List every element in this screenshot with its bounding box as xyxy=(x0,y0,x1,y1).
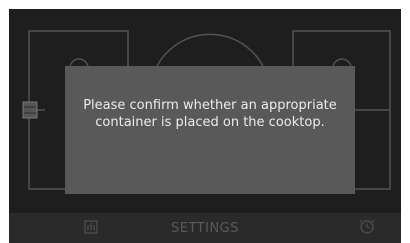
cooktop-screen: SETTINGS Please confirm whether an appro… xyxy=(9,9,401,243)
timer-icon[interactable] xyxy=(358,217,376,235)
confirmation-dialog[interactable]: Please confirm whether an appropriate co… xyxy=(65,66,355,194)
settings-button[interactable]: SETTINGS xyxy=(9,221,401,236)
bottom-bar: SETTINGS xyxy=(9,213,401,243)
bridge-zone-icon[interactable] xyxy=(22,101,38,119)
dialog-message: Please confirm whether an appropriate co… xyxy=(83,98,337,130)
